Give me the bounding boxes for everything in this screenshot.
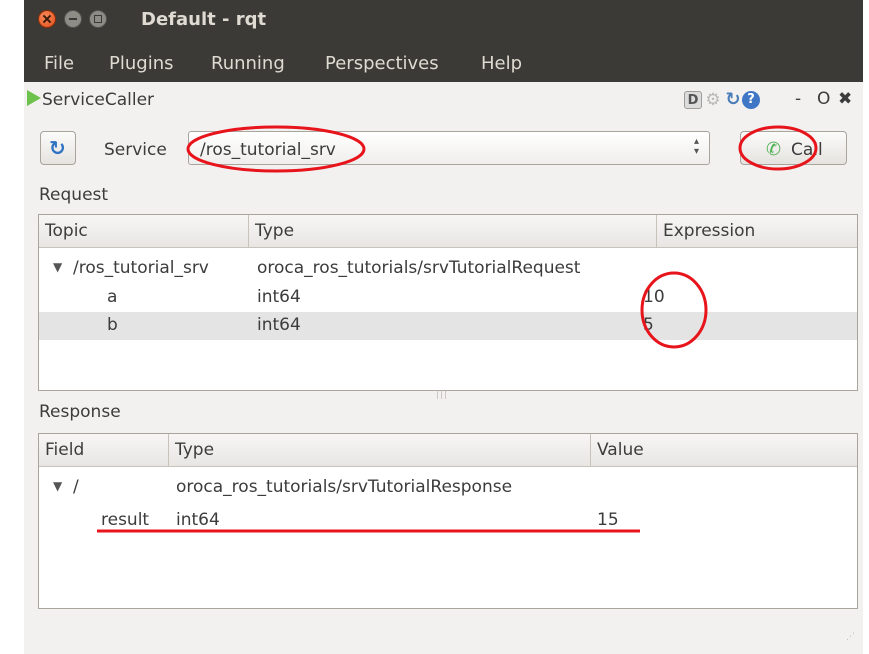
type-cell: oroca_ros_tutorials/srvTutorialResponse (176, 477, 513, 497)
d-icon[interactable]: D (684, 91, 702, 109)
column-topic[interactable]: Topic (39, 215, 249, 248)
response-table: Field Type Value ▼ / oroca_ros_tutorials… (38, 433, 858, 609)
column-value[interactable]: Value (591, 434, 857, 467)
menu-plugins[interactable]: Plugins (109, 53, 173, 74)
rqt-window: Default - rqt File Plugins Running Persp… (24, 0, 863, 654)
type-cell: int64 (176, 510, 220, 530)
response-label: Response (39, 402, 121, 422)
menu-help[interactable]: Help (481, 53, 522, 74)
menu-bar: File Plugins Running Perspectives Help (24, 42, 863, 82)
field-cell: result (101, 510, 150, 530)
play-icon (27, 90, 41, 106)
request-table-header: Topic Type Expression (39, 215, 857, 248)
plugin-float-button[interactable]: O (817, 89, 830, 109)
topic-cell: a (107, 287, 118, 307)
call-button-label: Call (791, 140, 823, 160)
title-bar: Default - rqt (24, 0, 863, 42)
type-cell: int64 (257, 315, 301, 335)
resize-grip-icon[interactable]: ⋰ (846, 632, 855, 642)
expand-triangle-icon[interactable]: ▼ (53, 479, 62, 493)
menu-file[interactable]: File (44, 53, 74, 74)
refresh-icon: ↻ (49, 136, 66, 160)
menu-perspectives[interactable]: Perspectives (325, 53, 439, 74)
window-maximize-icon[interactable] (89, 10, 107, 28)
plugin-header: ServiceCaller D ⚙ ↻ ? - O ✖ (24, 82, 863, 118)
topic-cell: b (107, 315, 118, 335)
column-expression[interactable]: Expression (657, 215, 857, 248)
service-label: Service (104, 140, 167, 160)
window-minimize-icon[interactable] (64, 10, 82, 28)
reload-icon[interactable]: ↻ (724, 91, 742, 109)
selected-row-highlight (39, 312, 857, 340)
type-cell: oroca_ros_tutorials/srvTutorialRequest (257, 258, 581, 278)
window-title: Default - rqt (141, 9, 267, 30)
column-type[interactable]: Type (169, 434, 591, 467)
window-close-icon[interactable] (38, 10, 56, 28)
plugin-close-button[interactable]: ✖ (838, 89, 852, 109)
expression-cell[interactable]: 10 (643, 287, 665, 307)
field-cell: / (73, 477, 79, 497)
menu-running[interactable]: Running (211, 53, 285, 74)
column-field[interactable]: Field (39, 434, 169, 467)
value-cell: 15 (597, 510, 619, 530)
response-table-header: Field Type Value (39, 434, 857, 467)
plugin-title: ServiceCaller (42, 90, 155, 110)
plugin-minimize-button[interactable]: - (795, 89, 801, 109)
column-type[interactable]: Type (249, 215, 657, 248)
gear-icon[interactable]: ⚙ (704, 91, 722, 109)
topic-cell: /ros_tutorial_srv (73, 258, 209, 278)
service-select[interactable]: /ros_tutorial_srv ▴ ▾ (188, 131, 710, 165)
service-select-value: /ros_tutorial_srv (200, 140, 336, 160)
splitter-handle[interactable]: ||| (436, 390, 448, 400)
request-label: Request (39, 185, 109, 205)
phone-icon: ✆ (766, 139, 782, 160)
expression-cell[interactable]: 5 (643, 315, 654, 335)
refresh-button[interactable]: ↻ (40, 131, 76, 165)
call-button[interactable]: ✆ Call (740, 131, 847, 165)
updown-arrow-icon: ▴ ▾ (693, 136, 699, 157)
type-cell: int64 (257, 287, 301, 307)
request-table: Topic Type Expression ▼ /ros_tutorial_sr… (38, 214, 858, 391)
expand-triangle-icon[interactable]: ▼ (53, 260, 62, 274)
help-icon[interactable]: ? (742, 91, 760, 109)
